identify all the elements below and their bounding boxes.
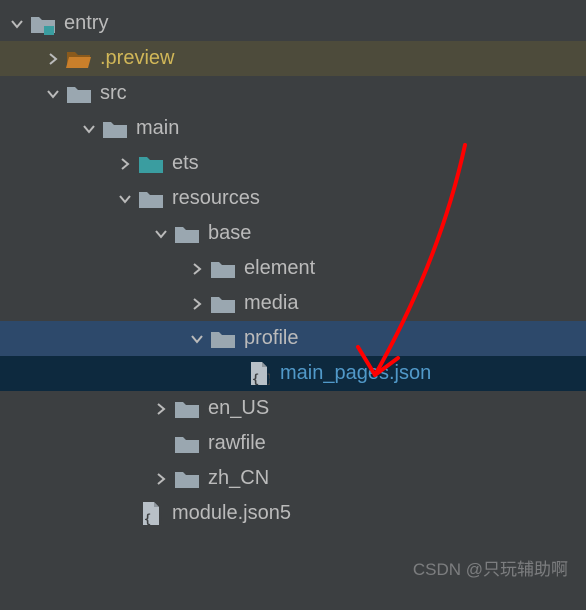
folder-icon [138, 186, 164, 212]
arrow-placeholder [118, 496, 132, 531]
tree-folder-media[interactable]: media [0, 286, 586, 321]
tree-item-label: ets [172, 146, 199, 181]
folder-icon [210, 291, 236, 317]
tree-file-module-json5[interactable]: { } module.json5 [0, 496, 586, 531]
folder-icon [174, 431, 200, 457]
tree-item-label: main [136, 111, 179, 146]
tree-folder-base[interactable]: base [0, 216, 586, 251]
tree-item-label: entry [64, 6, 108, 41]
chevron-right-icon[interactable] [118, 146, 132, 181]
tree-item-label: src [100, 76, 127, 111]
tree-item-label: module.json5 [172, 496, 291, 531]
svg-text:{ }: { } [252, 372, 270, 386]
chevron-down-icon[interactable] [10, 6, 24, 41]
folder-icon [174, 396, 200, 422]
tree-folder-en-us[interactable]: en_US [0, 391, 586, 426]
folder-icon [102, 116, 128, 142]
json-file-icon: { } [138, 501, 164, 527]
tree-item-label: rawfile [208, 426, 266, 461]
tree-folder-entry[interactable]: entry [0, 6, 586, 41]
chevron-right-icon[interactable] [154, 461, 168, 496]
tree-folder-resources[interactable]: resources [0, 181, 586, 216]
chevron-down-icon[interactable] [82, 111, 96, 146]
tree-folder-rawfile[interactable]: rawfile [0, 426, 586, 461]
tree-item-label: element [244, 251, 315, 286]
module-folder-icon [30, 11, 56, 37]
tree-folder-profile[interactable]: profile [0, 321, 586, 356]
chevron-down-icon[interactable] [190, 321, 204, 356]
tree-folder-ets[interactable]: ets [0, 146, 586, 181]
chevron-right-icon[interactable] [190, 286, 204, 321]
arrow-placeholder [226, 356, 240, 391]
chevron-right-icon[interactable] [46, 41, 60, 76]
svg-text:{ }: { } [144, 512, 162, 526]
tree-item-label: media [244, 286, 298, 321]
source-folder-icon [138, 151, 164, 177]
json-file-icon: { } [246, 361, 272, 387]
chevron-down-icon[interactable] [154, 216, 168, 251]
tree-item-label: profile [244, 321, 298, 356]
tree-folder-preview[interactable]: .preview [0, 41, 586, 76]
file-tree[interactable]: entry.previewsrcmainetsresourcesbaseelem… [0, 0, 586, 531]
folder-icon [210, 256, 236, 282]
tree-file-main-pages-json[interactable]: { } main_pages.json [0, 356, 586, 391]
tree-item-label: main_pages.json [280, 356, 431, 391]
tree-item-label: resources [172, 181, 260, 216]
chevron-down-icon[interactable] [118, 181, 132, 216]
folder-open-icon [66, 46, 92, 72]
folder-icon [174, 221, 200, 247]
chevron-down-icon[interactable] [46, 76, 60, 111]
tree-folder-main[interactable]: main [0, 111, 586, 146]
chevron-right-icon[interactable] [154, 391, 168, 426]
tree-item-label: zh_CN [208, 461, 269, 496]
tree-item-label: .preview [100, 41, 174, 76]
folder-icon [210, 326, 236, 352]
watermark-text: CSDN @只玩辅助啊 [413, 555, 568, 580]
tree-folder-zh-cn[interactable]: zh_CN [0, 461, 586, 496]
arrow-placeholder [154, 426, 168, 461]
folder-icon [174, 466, 200, 492]
tree-folder-element[interactable]: element [0, 251, 586, 286]
tree-folder-src[interactable]: src [0, 76, 586, 111]
tree-item-label: en_US [208, 391, 269, 426]
folder-icon [66, 81, 92, 107]
tree-item-label: base [208, 216, 251, 251]
chevron-right-icon[interactable] [190, 251, 204, 286]
